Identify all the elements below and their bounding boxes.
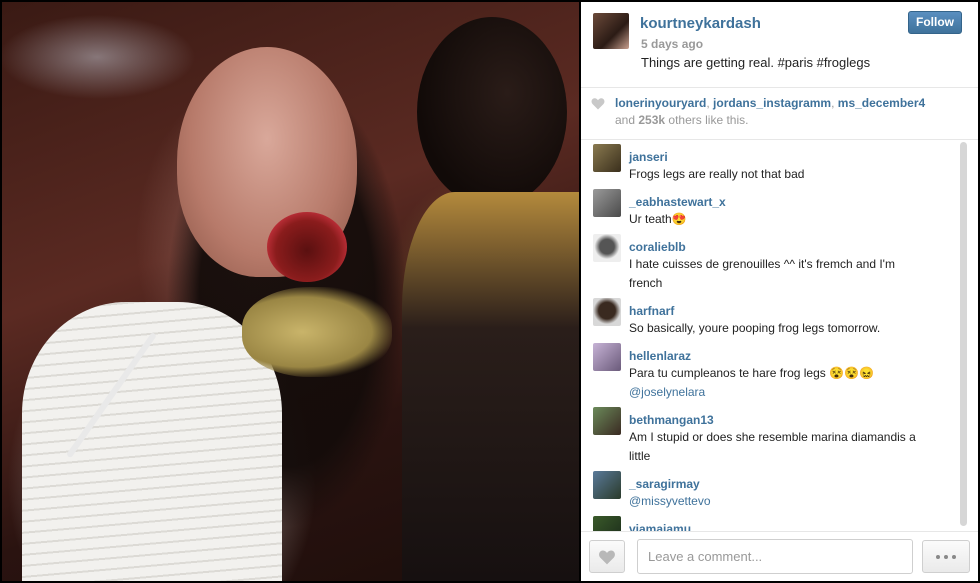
heart-icon [591,98,605,110]
post-caption: Things are getting real. #paris #frogleg… [641,55,871,70]
like-button[interactable] [589,540,625,573]
comment-username[interactable]: viamaiamu [629,519,954,531]
avatar[interactable] [593,13,629,49]
comment-username[interactable]: hellenlaraz [629,346,954,364]
post-photo[interactable] [2,2,579,581]
avatar[interactable] [593,471,621,499]
list-item: janseri Frogs legs are really not that b… [581,141,978,186]
comment-username[interactable]: janseri [629,147,954,165]
likes-section: lonerinyouryard, jordans_instagramm, ms_… [581,88,978,140]
comment-input[interactable] [637,539,913,574]
comment-text: Ur teath😍 [629,212,687,226]
comment-username[interactable]: harfnarf [629,301,954,319]
list-item: _saragirmay @missyvettevo [581,468,978,513]
avatar[interactable] [593,407,621,435]
post-sidebar: kourtneykardash 5 days ago Things are ge… [581,2,978,581]
comment-text: Frogs legs are really not that bad [629,167,805,181]
comment-username[interactable]: _saragirmay [629,474,954,492]
post-header: kourtneykardash 5 days ago Things are ge… [581,2,978,88]
photo-mouth [267,212,347,282]
list-item: coralieblb I hate cuisses de grenouilles… [581,231,978,295]
liker-link[interactable]: ms_december4 [838,96,925,110]
avatar[interactable] [593,144,621,172]
avatar[interactable] [593,343,621,371]
comment-username[interactable]: coralieblb [629,237,954,255]
comment-text: Para tu cumpleanos te hare frog legs 😵😵😖 [629,366,874,380]
comment-username[interactable]: _eabhastewart_x [629,192,954,210]
comment-mention[interactable]: @joselynelara [629,383,954,402]
comment-text-continued: little [629,449,651,463]
list-item: viamaiamu [581,513,978,531]
avatar[interactable] [593,234,621,262]
comment-footer [581,531,978,581]
comment-text: I hate cuisses de grenouilles ^^ it's fr… [629,257,895,271]
more-options-button[interactable] [922,540,970,573]
comments-list[interactable]: janseri Frogs legs are really not that b… [581,141,978,531]
comment-text-continued: french [629,276,663,290]
photo-background-person [417,17,567,207]
liker-link[interactable]: jordans_instagramm [713,96,831,110]
post-timestamp[interactable]: 5 days ago [641,37,703,51]
avatar[interactable] [593,298,621,326]
likes-count[interactable]: 253k [638,113,665,127]
avatar[interactable] [593,189,621,217]
more-options-icon [936,554,940,559]
comment-username[interactable]: bethmangan13 [629,410,954,428]
photo-jacket [402,192,579,581]
photo-frog-legs [242,287,392,377]
list-item: harfnarf So basically, youre pooping fro… [581,295,978,340]
list-item: hellenlaraz Para tu cumpleanos te hare f… [581,340,978,404]
comments-scrollbar[interactable] [960,142,967,526]
post-username[interactable]: kourtneykardash [640,15,761,32]
instagram-post-viewer: kourtneykardash 5 days ago Things are ge… [0,0,980,583]
list-item: _eabhastewart_x Ur teath😍 [581,186,978,231]
comment-mention[interactable]: @missyvettevo [629,492,954,511]
comment-text: Am I stupid or does she resemble marina … [629,430,916,444]
liker-link[interactable]: lonerinyouryard [615,96,706,110]
follow-button[interactable]: Follow [908,11,962,34]
list-item: bethmangan13 Am I stupid or does she res… [581,404,978,468]
avatar[interactable] [593,516,621,531]
liked-by-users: lonerinyouryard, jordans_instagramm, ms_… [615,96,926,110]
comment-text: So basically, youre pooping frog legs to… [629,321,881,335]
likes-count-text: and 253k others like this. [615,113,749,127]
heart-icon [599,549,615,564]
